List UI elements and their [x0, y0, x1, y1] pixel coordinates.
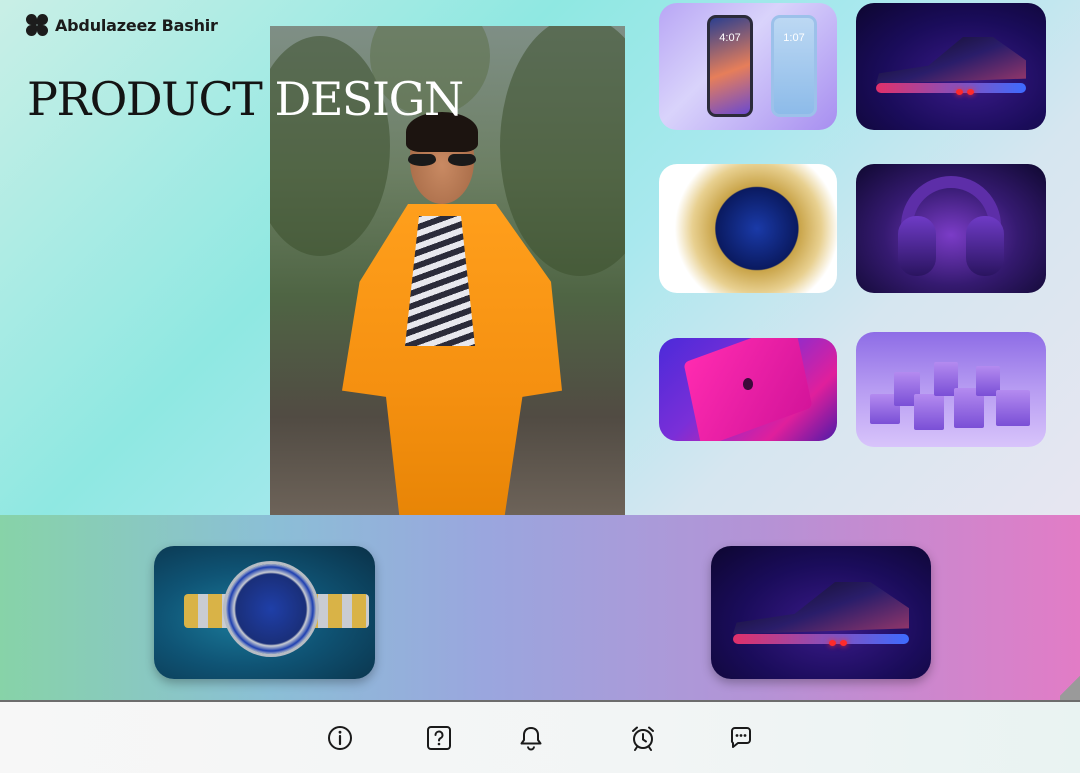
- hero-section: Abdulazeez Bashir PRODUCT DESIGN 4:07 1:…: [0, 0, 1080, 515]
- brand[interactable]: Abdulazeez Bashir: [26, 14, 218, 36]
- thumbnail-sneaker[interactable]: [856, 3, 1046, 130]
- resize-corner: [1060, 672, 1080, 700]
- featured-card-sneaker[interactable]: [711, 546, 931, 679]
- brand-name: Abdulazeez Bashir: [55, 15, 218, 35]
- phone-time-a: 4:07: [719, 32, 741, 44]
- featured-card-watch[interactable]: [154, 546, 375, 679]
- bottom-dock: [0, 700, 1080, 773]
- alarm-clock-icon[interactable]: [629, 724, 657, 752]
- thumbnail-headset[interactable]: [856, 164, 1046, 293]
- thumbnail-laptop[interactable]: [659, 338, 837, 441]
- phone-time-b: 1:07: [783, 32, 805, 44]
- thumbnail-smartphones[interactable]: 4:07 1:07: [659, 3, 837, 130]
- apple-logo-icon: [743, 378, 753, 390]
- bell-icon[interactable]: [517, 724, 545, 752]
- brand-logo-icon: [26, 14, 48, 36]
- page-title-dark: PRODUCT: [27, 72, 275, 126]
- info-icon[interactable]: [326, 724, 354, 752]
- thumbnail-wristwatch[interactable]: [659, 164, 837, 293]
- featured-strip: [0, 515, 1080, 700]
- page-title: PRODUCT DESIGN: [27, 72, 464, 126]
- chat-icon[interactable]: [727, 724, 755, 752]
- thumbnail-shopping-bags[interactable]: [856, 332, 1046, 447]
- help-icon[interactable]: [425, 724, 453, 752]
- page-title-light: DESIGN: [274, 72, 464, 126]
